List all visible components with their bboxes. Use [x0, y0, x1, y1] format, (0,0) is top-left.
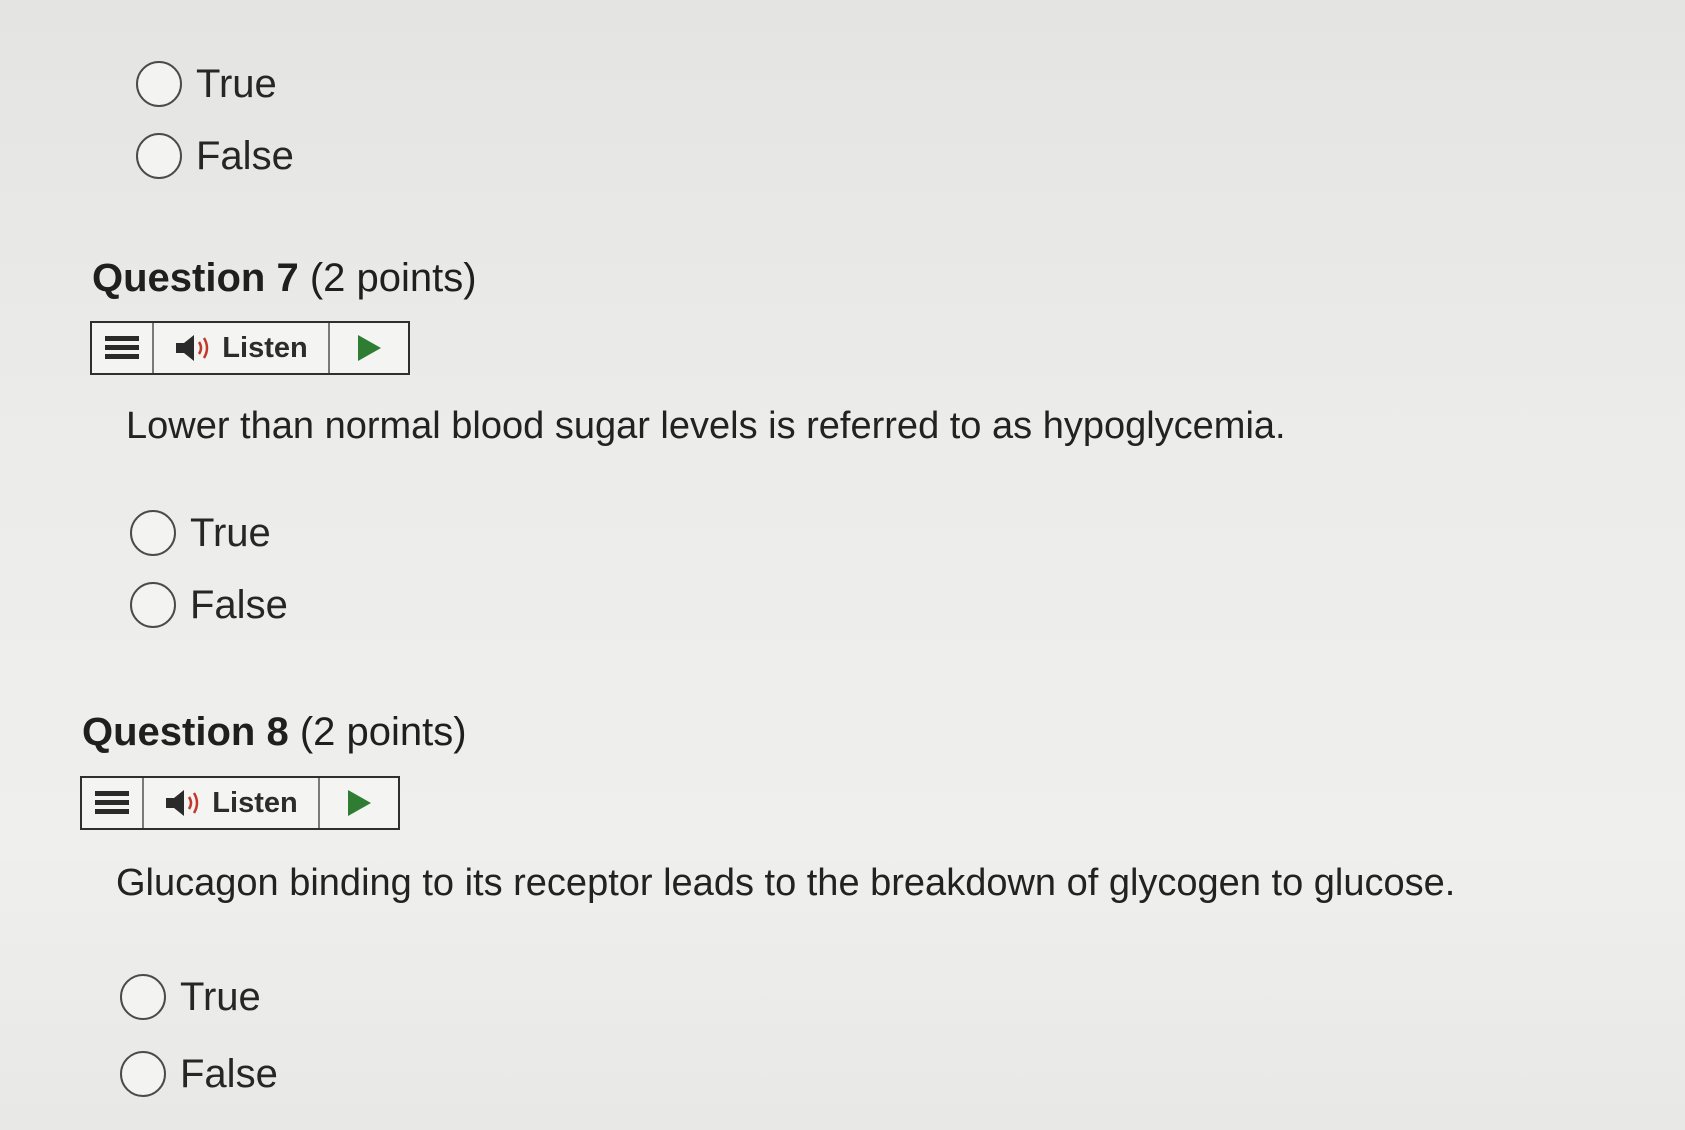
option-label: False	[190, 582, 288, 627]
question-7-title: Question 7 (2 points)	[92, 256, 477, 301]
question-7-text: Lower than normal blood sugar levels is …	[126, 405, 1286, 447]
menu-icon	[105, 336, 139, 359]
listen-button[interactable]: Listen	[144, 778, 320, 828]
radio-button[interactable]	[136, 61, 182, 107]
option-label: False	[180, 1051, 278, 1096]
question-number: Question 8	[82, 710, 289, 754]
option-label: True	[180, 974, 261, 1019]
quiz-page: True False Question 7 (2 points) Listen	[0, 0, 1685, 1130]
listen-label: Listen	[222, 331, 308, 364]
play-icon	[348, 790, 371, 816]
option-label: False	[196, 133, 294, 178]
prev-option-true[interactable]: True	[136, 54, 277, 114]
play-button[interactable]	[330, 323, 408, 373]
listen-toolbar: Listen	[90, 321, 410, 375]
listen-toolbar: Listen	[80, 776, 400, 830]
radio-button[interactable]	[120, 974, 166, 1020]
question-8-text: Glucagon binding to its receptor leads t…	[116, 862, 1456, 904]
radio-button[interactable]	[130, 582, 176, 628]
question-8-title: Question 8 (2 points)	[82, 710, 467, 755]
radio-button[interactable]	[136, 133, 182, 179]
q8-option-true[interactable]: True	[120, 967, 261, 1027]
q7-option-true[interactable]: True	[130, 503, 271, 563]
speaker-icon	[166, 790, 199, 816]
option-label: True	[196, 61, 277, 106]
radio-button[interactable]	[120, 1051, 166, 1097]
option-label: True	[190, 510, 271, 555]
listen-button[interactable]: Listen	[154, 323, 330, 373]
menu-button[interactable]	[82, 778, 144, 828]
q8-option-false[interactable]: False	[120, 1044, 278, 1104]
listen-label: Listen	[212, 786, 298, 819]
q7-option-false[interactable]: False	[130, 575, 288, 635]
play-icon	[358, 335, 381, 361]
menu-button[interactable]	[92, 323, 154, 373]
question-points: (2 points)	[299, 710, 467, 754]
speaker-icon	[176, 335, 209, 361]
question-points: (2 points)	[309, 256, 477, 300]
prev-option-false[interactable]: False	[136, 126, 294, 186]
radio-button[interactable]	[130, 510, 176, 556]
menu-icon	[95, 791, 129, 814]
play-button[interactable]	[320, 778, 398, 828]
question-number: Question 7	[92, 256, 299, 300]
